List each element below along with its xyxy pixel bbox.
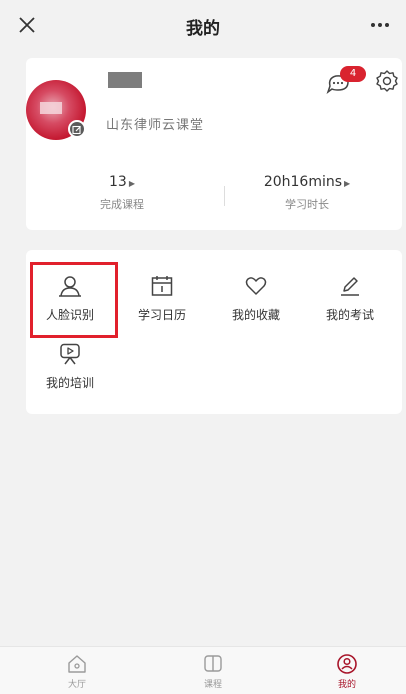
tab-courses[interactable]: 课程: [178, 653, 248, 690]
more-icon: [371, 23, 389, 27]
page-title: 我的: [186, 19, 220, 39]
menu-item-study-calendar[interactable]: 学习日历: [122, 274, 202, 323]
study-time-label: 学习时长: [285, 198, 329, 211]
menu-item-exams[interactable]: 我的考试: [310, 274, 390, 323]
book-icon: [204, 655, 222, 672]
menu-label: 我的培训: [45, 376, 94, 390]
avatar-image: [40, 102, 62, 114]
settings-button[interactable]: [374, 68, 400, 94]
menu-label: 我的考试: [325, 308, 374, 322]
profile-card: 山东律师云课堂 4 13 ▶ 完成课程 20h16mins ▶ 学习时长: [26, 58, 402, 230]
completed-courses-stat[interactable]: 13 ▶ 完成课程: [52, 174, 192, 212]
more-button[interactable]: [366, 12, 394, 38]
bottom-tab-bar: 大厅 课程 我的: [0, 646, 406, 694]
study-time-value: 20h16mins: [263, 174, 343, 190]
menu-item-face-recognition[interactable]: 人脸识别: [30, 274, 110, 323]
menu-label: 我的收藏: [231, 308, 280, 322]
heart-icon: [245, 277, 267, 295]
organization-label: 山东律师云课堂: [106, 118, 205, 133]
tab-label: 我的: [337, 680, 356, 690]
tab-hall[interactable]: 大厅: [42, 653, 112, 690]
home-icon: [68, 655, 86, 673]
feature-menu-card: 人脸识别 学习日历 我的收藏 我的考试 我的培训: [26, 250, 402, 414]
completed-courses-label: 完成课程: [100, 198, 144, 211]
menu-item-training[interactable]: 我的培训: [30, 342, 110, 391]
message-count-badge: 4: [340, 66, 366, 82]
chevron-right-icon: ▶: [128, 179, 135, 188]
tab-label: 课程: [203, 680, 222, 690]
tab-label: 大厅: [67, 680, 86, 690]
calendar-icon: [151, 276, 173, 296]
user-icon: [337, 654, 357, 674]
tab-mine[interactable]: 我的: [312, 653, 382, 690]
user-name-redacted: [108, 72, 142, 88]
study-time-stat[interactable]: 20h16mins ▶ 学习时长: [222, 174, 392, 212]
avatar-edit-button[interactable]: [68, 120, 86, 138]
menu-label: 人脸识别: [45, 308, 94, 322]
training-icon: [60, 343, 80, 365]
chevron-right-icon: ▶: [344, 179, 351, 188]
nav-bar: 我的: [0, 0, 406, 50]
pencil-icon: [341, 277, 359, 296]
edit-icon: [72, 125, 81, 135]
menu-item-favorites[interactable]: 我的收藏: [216, 274, 296, 323]
menu-label: 学习日历: [137, 308, 186, 322]
face-recognition-icon: [59, 276, 81, 297]
completed-courses-value: 13: [109, 174, 127, 190]
gear-icon: [376, 70, 398, 92]
